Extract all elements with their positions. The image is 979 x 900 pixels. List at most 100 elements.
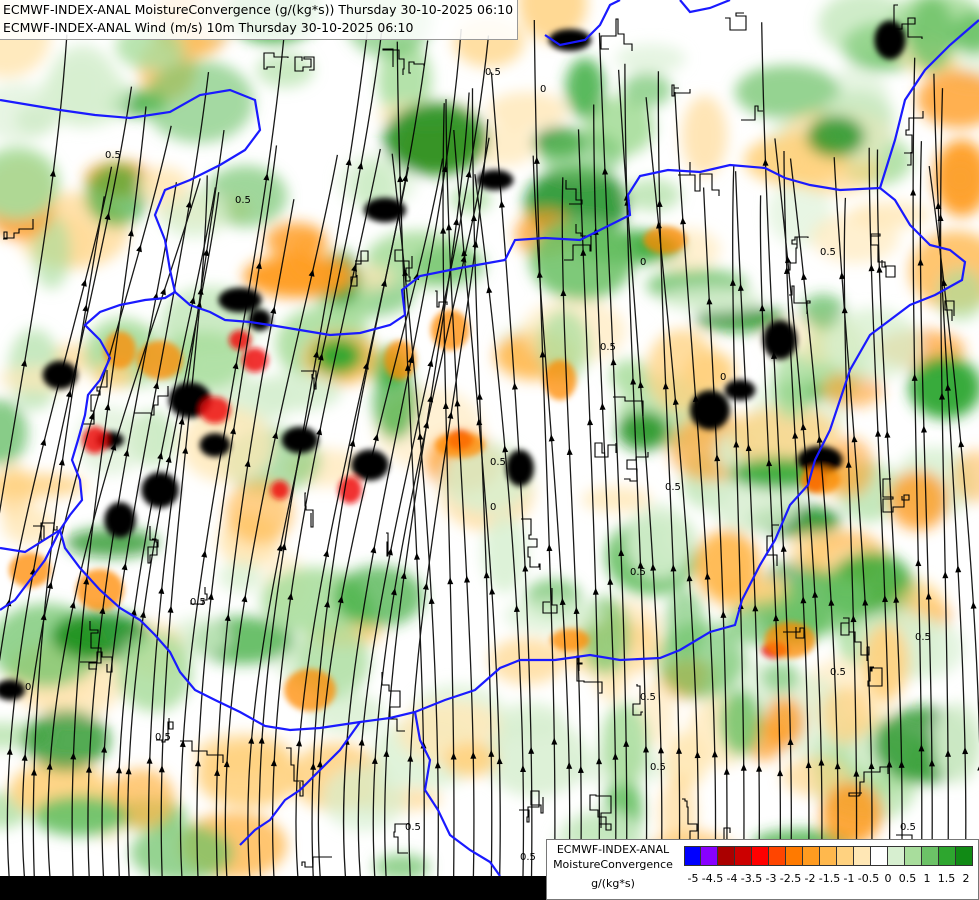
field-blob: [909, 356, 979, 419]
legend-tick-label: -4.5: [701, 872, 724, 885]
legend-swatch: [871, 846, 888, 866]
core-black: [724, 379, 756, 401]
weather-map: 0.5 0 0.5 0.5 0 0.5 0 0.5 0.5 0 0.5 0.5 0.5 0.5 0.5 0.5…: [0, 0, 979, 900]
legend-tick-label: -0.5: [857, 872, 880, 885]
field-blob: [144, 60, 254, 144]
legend-model: ECMWF-INDEX-ANAL: [556, 843, 670, 856]
legend-swatch: [718, 846, 735, 866]
legend-swatch: [922, 846, 939, 866]
field-blob: [322, 764, 407, 832]
field-blob: [694, 530, 760, 602]
core-orange: [799, 466, 841, 494]
header-title-1: ECMWF-INDEX-ANAL MoistureConvergence (g/…: [3, 2, 514, 17]
legend-parameter: MoistureConvergence: [553, 858, 673, 871]
header-title-2: ECMWF-INDEX-ANAL Wind (m/s) 10m Thursday…: [3, 20, 414, 35]
field-blob: [806, 115, 865, 158]
field-blob: [32, 795, 128, 837]
contour-label: 0: [490, 502, 496, 513]
legend-swatch: [888, 846, 905, 866]
contour-label: 0.5: [900, 822, 916, 833]
core-black: [199, 433, 231, 457]
contour-label: 0.5: [830, 667, 846, 678]
field-blob: [487, 91, 568, 130]
field-blob: [681, 95, 728, 177]
core-red: [270, 480, 290, 500]
legend-tick-label: 0.5: [898, 872, 917, 885]
legend-swatch: [701, 846, 718, 866]
field-blob: [444, 742, 497, 777]
legend-tick-label: -5: [687, 872, 699, 885]
legend-swatch: [837, 846, 854, 866]
field-blob: [539, 130, 624, 181]
legend-swatch: [956, 846, 973, 866]
contour-label: 0.5: [915, 632, 931, 643]
field-blob: [256, 52, 315, 88]
contour-label: 0.5: [650, 762, 666, 773]
field-blob: [624, 178, 681, 212]
legend-swatch: [684, 846, 701, 866]
legend-tick-label: -1.5: [818, 872, 841, 885]
core-orange: [284, 668, 336, 712]
field-blob: [137, 166, 190, 204]
contour-label: 0.5: [235, 195, 251, 206]
contour-label: 0.5: [600, 342, 616, 353]
field-blob: [665, 588, 705, 660]
contour-label: 0: [25, 682, 31, 693]
contour-label: 0.5: [640, 692, 656, 703]
legend-swatches: [684, 846, 973, 866]
color-legend: ECMWF-INDEX-ANAL MoistureConvergence g/(…: [546, 839, 979, 900]
legend-tick-label: -3.5: [740, 872, 763, 885]
legend-swatch: [735, 846, 752, 866]
core-black: [874, 20, 906, 60]
legend-tick-label: 2: [962, 872, 970, 885]
legend-tick-label: 1: [923, 872, 931, 885]
legend-swatch: [820, 846, 837, 866]
contour-label: 0.5: [820, 247, 836, 258]
legend-swatch: [752, 846, 769, 866]
contour-label: 0.5: [190, 597, 206, 608]
field-blob: [504, 597, 604, 634]
field-blob: [764, 696, 805, 748]
legend-tick-label: -1: [843, 872, 855, 885]
legend-tick-label: -2.5: [779, 872, 802, 885]
contour-label: 0.5: [405, 822, 421, 833]
field-blob: [761, 661, 800, 693]
legend-swatch: [905, 846, 922, 866]
field-blob: [219, 561, 263, 593]
contour-label: 0: [720, 372, 726, 383]
contour-label: 0.5: [630, 567, 646, 578]
legend-tick-label: -2: [804, 872, 816, 885]
field-blob: [660, 286, 762, 312]
legend-swatch: [769, 846, 786, 866]
contour-label: 0: [540, 84, 546, 95]
core-black: [763, 320, 797, 360]
contour-label: 0.5: [520, 852, 536, 863]
legend-ticks: -5 -4.5 -4 -3.5 -3 -2.5 -2 -1.5 -1 -0.5 0 0.5 1 1.5 2: [684, 872, 974, 886]
core-orange: [764, 621, 816, 659]
contour-label: 0.5: [490, 457, 506, 468]
contour-label: 0.5: [105, 150, 121, 161]
legend-tick-label: 1.5: [937, 872, 956, 885]
contour-label: 0: [640, 257, 646, 268]
core-red: [199, 396, 231, 424]
field-blob: [615, 43, 686, 74]
legend-tick-label: -4: [726, 872, 738, 885]
contour-label: 0.5: [155, 732, 171, 743]
legend-tick-label: 0: [884, 872, 892, 885]
core-orange: [643, 226, 687, 254]
contour-label: 0.5: [665, 482, 681, 493]
field-blob: [888, 470, 949, 531]
legend-tick-label: -3: [765, 872, 777, 885]
legend-swatch: [939, 846, 956, 866]
legend-unit: g/(kg*s): [591, 877, 635, 890]
legend-swatch: [854, 846, 871, 866]
contour-label: 0.5: [485, 67, 501, 78]
field-blob: [450, 186, 491, 213]
field-blob: [565, 57, 605, 119]
header-box: ECMWF-INDEX-ANAL MoistureConvergence (g/…: [0, 0, 519, 40]
legend-swatch: [803, 846, 820, 866]
core-orange: [550, 628, 590, 652]
field-blob: [848, 202, 931, 228]
legend-swatch: [786, 846, 803, 866]
field-blob: [821, 781, 883, 845]
